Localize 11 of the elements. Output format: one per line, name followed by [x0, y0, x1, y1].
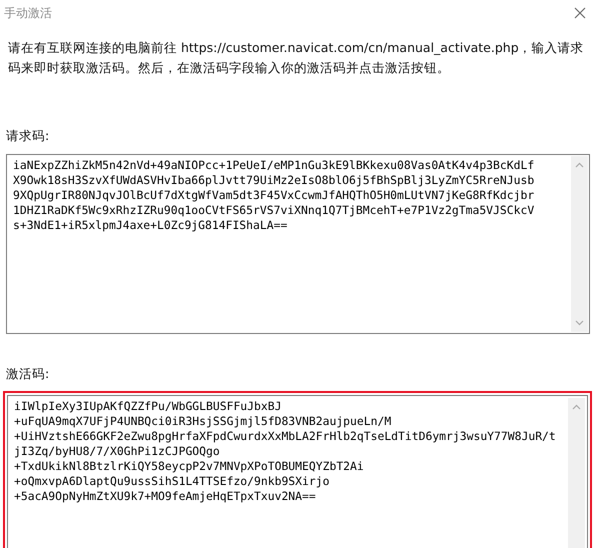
instruction-text: 请在有互联网连接的电脑前往 https://customer.navicat.com/cn/manual_activate.php，输入请求码来即时获取激活码。然后，在激活码字段输入你的激活码并点击激活按钮。	[8, 39, 585, 77]
field-label: 激活码:	[6, 366, 50, 383]
scrollbar[interactable]	[568, 398, 585, 548]
field-label: 请求码:	[6, 128, 50, 145]
scroll-up-icon[interactable]	[572, 404, 581, 410]
scrollbar[interactable]	[571, 156, 588, 332]
code-field[interactable]: iaNExpZZhiZkM5n42nVd+49aNIOPcc+1PeUeI/eMP1nGu3kE9lBKkexu08Vas0AtK4v4p3BcKdLf X9Owk18sH3SzvXfUWdASVHvIba66plJvtt79UiMz2eIsO8blO6j5fBhSpBlj3LyZmYC5RreNJusb 9XQpUgrIR80NJqvJOlBcUf7dXtgWfVam5dt3F45VxCcwmJfAHQThO5H0mLUtVN7jKeG8RfKdcjbr 1DHZ1RaDKf5Wc9xRhzIZRu90q1ooCVtFS65rVS7viXNnq1Q7TjBMcehT+e7P1Vz2gTma5VJSCkcV s+3NdE1+iR5xlpmJ4axe+L0Zc9jG814FIShaLA==	[6, 154, 590, 334]
window-title: 手动激活	[4, 4, 52, 22]
close-icon[interactable]	[574, 7, 586, 19]
scroll-up-icon[interactable]	[575, 162, 584, 168]
scroll-down-icon[interactable]	[575, 320, 584, 326]
